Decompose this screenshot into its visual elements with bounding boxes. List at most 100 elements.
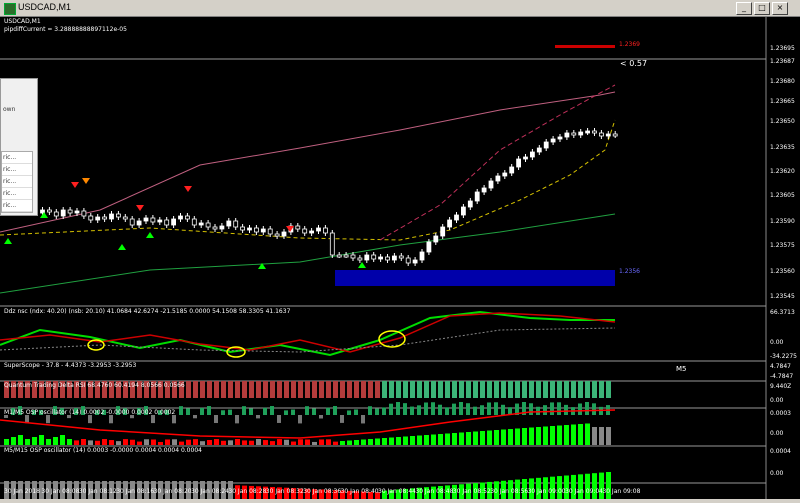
superscope-bar bbox=[410, 381, 415, 398]
superscope-bar bbox=[606, 381, 611, 398]
superscope-bar bbox=[536, 381, 541, 398]
dialog-list[interactable]: ric... ric... ric... ric... ric... bbox=[1, 151, 33, 213]
superscope-bar bbox=[214, 381, 219, 398]
delta-rsi-bar bbox=[242, 406, 246, 415]
osp-m1m5-bar bbox=[389, 437, 394, 445]
delta-rsi-bar bbox=[193, 415, 197, 419]
delta-rsi-bar bbox=[417, 405, 421, 415]
maximize-button[interactable]: □ bbox=[754, 2, 770, 15]
candle-body bbox=[240, 226, 246, 231]
osp-m1m5-bar bbox=[396, 437, 401, 445]
osp-m1m5-bar bbox=[536, 427, 541, 445]
indicator-dialog[interactable]: own ric... ric... ric... ric... ric... bbox=[0, 78, 38, 216]
list-item[interactable]: ric... bbox=[2, 164, 32, 176]
price-axis-label: 1.23575 bbox=[770, 242, 795, 249]
osp-m1m5-bar bbox=[606, 427, 611, 445]
osp-m1m5-bar bbox=[585, 423, 590, 445]
osp-m1m5-bar bbox=[60, 435, 65, 445]
osp-m1m5-bar bbox=[200, 441, 205, 445]
osp-m5m15-bar bbox=[599, 472, 604, 499]
candle-body bbox=[164, 219, 170, 226]
delta-rsi-bar bbox=[382, 407, 386, 415]
candle-body bbox=[95, 216, 101, 221]
candle-body bbox=[178, 215, 183, 220]
title-bar[interactable]: USDCAD,M1 _ □ × bbox=[0, 0, 800, 17]
superscope-bar bbox=[445, 381, 450, 398]
delta-rsi-bar bbox=[270, 406, 274, 415]
close-button[interactable]: × bbox=[772, 2, 788, 15]
minimize-button[interactable]: _ bbox=[736, 2, 752, 15]
list-item[interactable]: ric... bbox=[2, 152, 32, 164]
candle-body bbox=[309, 230, 315, 234]
time-axis-label: 30 Jan 08:48 bbox=[415, 488, 454, 495]
chart-canvas[interactable] bbox=[0, 17, 800, 499]
list-item[interactable]: ric... bbox=[2, 188, 32, 200]
osp-m1m5-bar bbox=[4, 439, 9, 445]
osp-m1m5-bar bbox=[494, 430, 499, 445]
time-axis-label: 30 Jan 08:24 bbox=[191, 488, 229, 495]
superscope-bar bbox=[389, 381, 394, 398]
time-axis-label: 30 Jan 2018 bbox=[4, 488, 40, 495]
candle-body bbox=[122, 216, 128, 220]
delta-rsi-bar bbox=[592, 403, 596, 415]
candle-body bbox=[184, 215, 190, 220]
superscope-bar bbox=[466, 381, 471, 398]
osp-m1m5-bar bbox=[403, 436, 408, 445]
osp-m1m5-bar bbox=[67, 439, 72, 445]
superscope-bar bbox=[270, 381, 275, 398]
osp-m1m5-bar bbox=[151, 439, 156, 445]
osp-m1m5-bar bbox=[347, 440, 352, 445]
superscope-bar bbox=[340, 381, 345, 398]
candle-body bbox=[364, 254, 370, 261]
chart-window[interactable]: USDCAD,M1 _ □ × USDCAD,M1 pipdiffCurrent… bbox=[0, 0, 800, 499]
chart-area[interactable] bbox=[0, 17, 800, 499]
superscope-bar bbox=[207, 381, 212, 398]
candle-body bbox=[605, 133, 611, 137]
delta-rsi-bar bbox=[389, 403, 393, 415]
osp-m1m5-bar bbox=[137, 441, 142, 445]
superscope-bar bbox=[494, 381, 499, 398]
superscope-bar bbox=[186, 381, 191, 398]
buy-arrow bbox=[146, 232, 154, 238]
delta-rsi-bar bbox=[340, 415, 344, 423]
superscope-bar bbox=[312, 381, 317, 398]
osp-m1m5-bar bbox=[32, 437, 37, 445]
osp-m1m5-bar bbox=[207, 440, 212, 445]
delta-rsi-bar bbox=[179, 406, 183, 415]
candle-body bbox=[322, 227, 328, 234]
osp-m1m5-bar bbox=[557, 425, 562, 445]
osp-m1m5-bar bbox=[445, 433, 450, 445]
osp-m1m5-bar bbox=[424, 435, 429, 445]
osp-m1m5-bar bbox=[179, 441, 184, 445]
osp-m1m5-bar bbox=[263, 440, 268, 445]
list-item[interactable]: ric... bbox=[2, 176, 32, 188]
osp-m1m5-bar bbox=[515, 428, 520, 445]
superscope-bar bbox=[305, 381, 310, 398]
pane0-tick-bottom: -34.2275 bbox=[770, 353, 797, 360]
price-axis-label: 1.23680 bbox=[770, 78, 795, 85]
candle-body bbox=[316, 227, 321, 232]
osp-m1m5-bar bbox=[466, 432, 471, 445]
delta-rsi-bar bbox=[291, 409, 295, 415]
chart-symbol: USDCAD,M1 bbox=[4, 18, 41, 25]
superscope-bar bbox=[221, 381, 226, 398]
pane3-tick-bottom: 0.00 bbox=[770, 430, 784, 437]
osp-m1m5-bar bbox=[130, 439, 135, 445]
candle-body bbox=[136, 220, 142, 226]
candle-body bbox=[295, 225, 301, 230]
superscope-bar bbox=[193, 381, 198, 398]
candle-body bbox=[585, 130, 590, 134]
superscope-bar bbox=[550, 381, 555, 398]
list-item[interactable]: ric... bbox=[2, 200, 32, 212]
osp-m1m5-bar bbox=[375, 438, 380, 445]
pane1-tick-bottom: -4.7847 bbox=[770, 373, 794, 380]
candle-body bbox=[157, 219, 163, 223]
candle-body bbox=[592, 130, 597, 134]
resistance-box bbox=[555, 45, 615, 48]
osp-m1m5-bar bbox=[298, 439, 303, 445]
time-axis-label: 30 Jan 08:52 bbox=[452, 488, 491, 495]
delta-rsi-bar bbox=[585, 402, 589, 415]
ddz-red-line bbox=[0, 312, 616, 353]
osp-m1m5-bar bbox=[417, 435, 422, 445]
osp-m1m5-bar bbox=[291, 441, 296, 445]
